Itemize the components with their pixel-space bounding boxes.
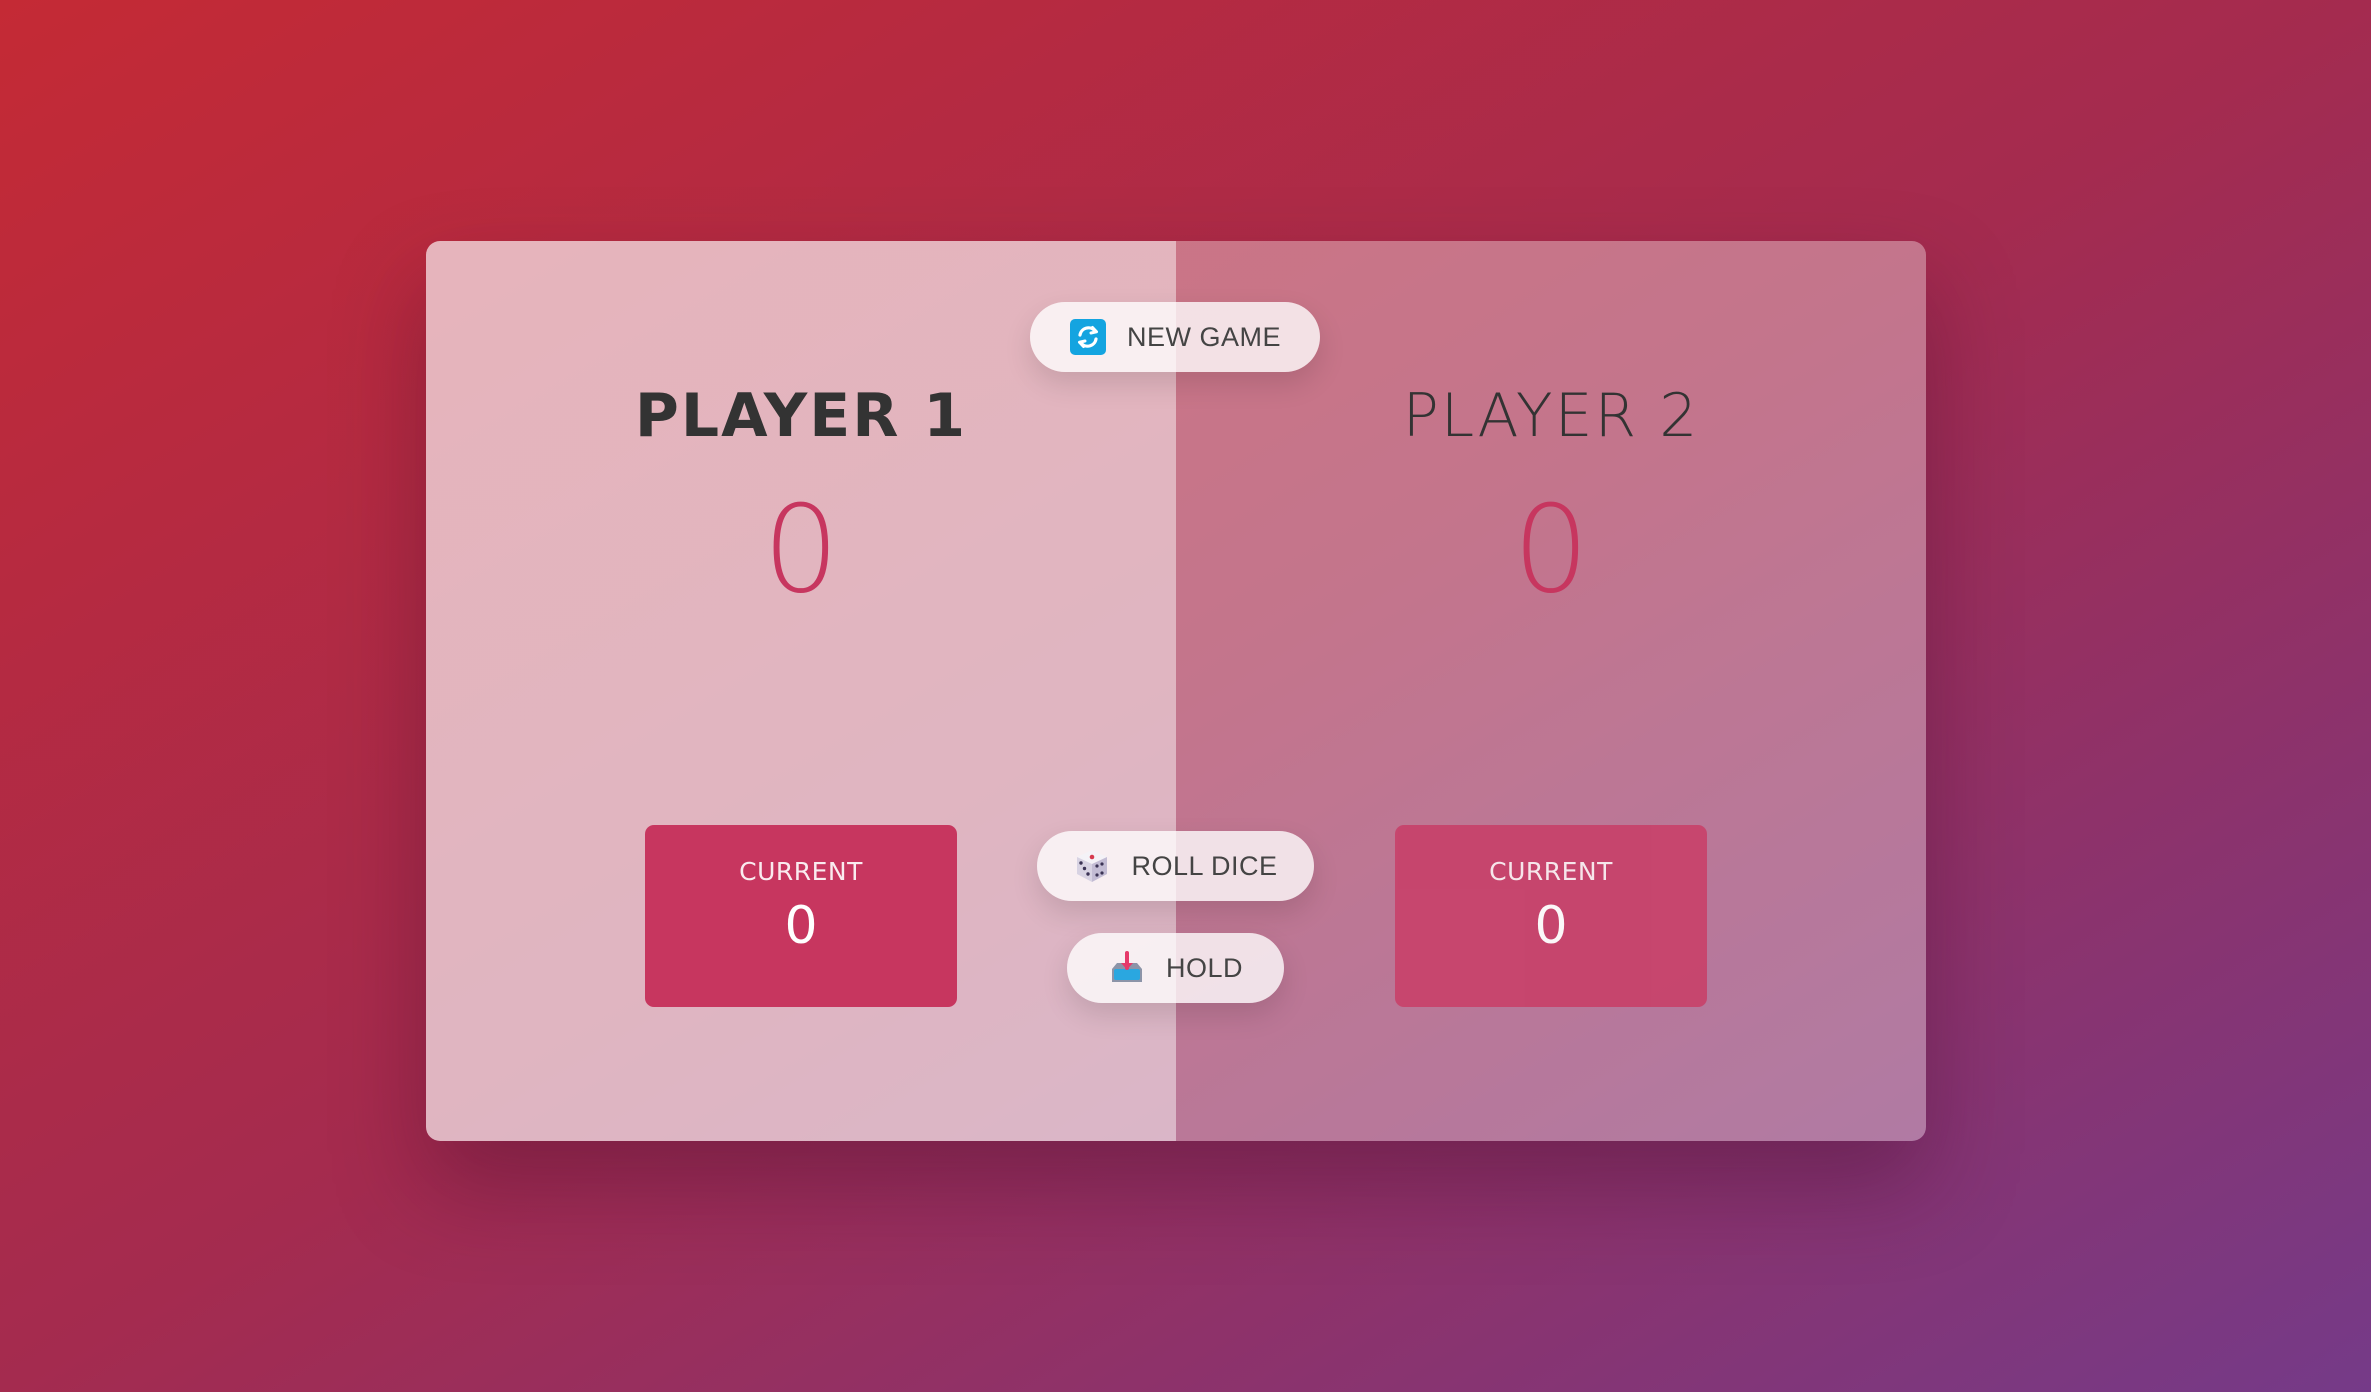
player-2-total-score: 0 xyxy=(1512,481,1590,620)
player-1-total-score: 0 xyxy=(762,481,840,620)
new-game-label: NEW GAME xyxy=(1126,321,1281,352)
hold-button[interactable]: HOLD xyxy=(1067,933,1284,1003)
player-2-panel: PLAYER 2 0 CURRENT 0 xyxy=(1176,241,1926,1141)
player-1-current-box: CURRENT 0 xyxy=(645,825,957,1007)
player-1-panel: PLAYER 1 0 CURRENT 0 xyxy=(426,241,1176,1141)
player-1-name: PLAYER 1 xyxy=(634,381,968,451)
roll-dice-button[interactable]: ROLL DICE xyxy=(1037,831,1314,901)
player-1-current-label: CURRENT xyxy=(739,857,863,886)
player-2-current-label: CURRENT xyxy=(1489,857,1613,886)
refresh-icon xyxy=(1069,318,1107,356)
dice-icon xyxy=(1073,847,1111,885)
player-1-current-score: 0 xyxy=(784,896,818,956)
roll-dice-label: ROLL DICE xyxy=(1131,850,1278,881)
player-2-current-box: CURRENT 0 xyxy=(1395,825,1707,1007)
new-game-button[interactable]: NEW GAME xyxy=(1030,302,1320,372)
player-2-name: PLAYER 2 xyxy=(1402,381,1700,451)
inbox-tray-icon xyxy=(1108,949,1146,987)
player-2-current-score: 0 xyxy=(1534,896,1568,956)
hold-label: HOLD xyxy=(1165,952,1243,983)
game-board: PLAYER 1 0 CURRENT 0 PLAYER 2 0 CURRENT … xyxy=(426,241,1926,1141)
